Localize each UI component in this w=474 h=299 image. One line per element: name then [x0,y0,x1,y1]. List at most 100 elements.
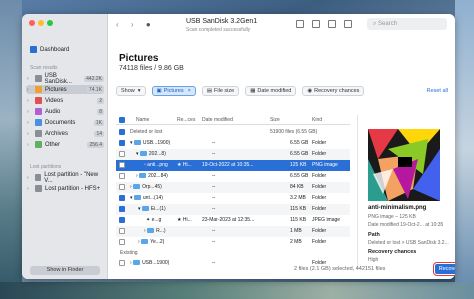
table-row[interactable]: ▾ USB...1900) -- 6.55 GB Folder [116,138,350,149]
grid-view-icon[interactable] [328,20,336,28]
column-size[interactable]: Size [270,117,280,123]
row-checkbox[interactable] [119,195,125,201]
date-modified-filter[interactable]: ▦ Date modified [245,85,297,96]
row-checkbox[interactable] [119,184,125,190]
chevron-right-icon[interactable]: › [136,173,138,179]
table-row-selected[interactable]: ▫ anti...png ★ Hi... 19-Oct-2022 at 10:3… [116,160,350,171]
row-checkbox[interactable] [119,129,125,135]
row-checkbox[interactable] [119,239,125,245]
chevron-down-icon[interactable]: ▾ [130,195,133,201]
chevron-right-icon[interactable]: › [27,87,31,93]
chevron-right-icon[interactable]: › [130,260,132,266]
image-file-icon: ▫ [144,162,146,168]
sidebar-item-label: Documents [45,119,76,126]
column-recovery-chances[interactable]: Re...ces [177,117,195,123]
sidebar-item-lost-partition-1[interactable]: › Lost partition - "New V... [26,172,104,184]
chevron-right-icon[interactable]: › [138,239,140,245]
sidebar-item-pictures[interactable]: › Pictures 74.1K [26,85,104,94]
pictures-filter-chip[interactable]: ▣ Pictures × [151,85,196,96]
chevron-right-icon[interactable]: › [144,228,146,234]
reset-all-link[interactable]: Reset all [427,88,448,94]
chevron-right-icon[interactable]: › [27,109,31,115]
chevron-right-icon[interactable]: › [27,175,31,181]
search-input[interactable]: ⌕ Search [367,18,447,30]
chevron-right-icon[interactable]: › [27,76,31,82]
folder-icon[interactable] [296,20,304,28]
chevron-right-icon[interactable]: › [27,131,31,137]
table-row[interactable]: › 202...84) -- 6.55 GB Folder [116,171,350,182]
row-size: 3.2 MB [290,195,306,201]
chevron-down-icon[interactable]: ▾ [130,140,133,146]
sidebar-item-dashboard[interactable]: Dashboard [26,45,104,54]
row-checkbox[interactable] [119,140,125,146]
row-checkbox[interactable] [119,162,125,168]
preview-pane-icon[interactable] [344,20,352,28]
row-kind: Folder [312,140,327,146]
file-size-filter[interactable]: ▤ File size [201,85,240,96]
row-name: 202...8) [148,151,166,157]
recovery-chances-label: Recovery chances [314,87,360,94]
table-row[interactable]: › Ye...2) -- 2 MB Folder [116,237,350,248]
sidebar-item-audio[interactable]: › Audio 8 [26,107,104,116]
select-all-checkbox[interactable] [119,117,125,123]
calendar-icon: ▦ [250,87,256,94]
row-checkbox[interactable] [119,228,125,234]
sidebar-item-archives[interactable]: › Archives 14 [26,129,104,138]
sidebar-item-label: Audio [45,108,61,115]
zoom-window-button[interactable] [47,20,53,26]
back-icon[interactable]: ‹ [116,20,119,29]
column-kind[interactable]: Kind [312,117,322,123]
sidebar-item-other[interactable]: › Other 256.4 [26,140,104,149]
chevron-right-icon[interactable]: › [130,184,132,190]
table-row[interactable]: › R...) -- 1 MB Folder [116,226,350,237]
sidebar-item-count: 256.4 [87,141,104,148]
dashboard-icon [30,46,37,53]
row-name: Orp...45) [142,184,162,190]
row-size: 2 MB [290,239,302,245]
folder-icon [133,140,141,146]
sidebar-item-usb[interactable]: › USB SanDisk... 442.2K [26,73,104,85]
table-row[interactable]: ▾ Ei...(1) -- 115 KB Folder [116,204,350,215]
show-dropdown[interactable]: Show ▾ [116,85,146,96]
status-text: 2 files (2.1 GB) selected, 442151 files [294,266,386,272]
row-date: -- [212,228,216,234]
show-in-finder-button[interactable]: Show in Finder [30,266,100,275]
toolbar-icons [296,20,352,28]
sidebar-item-videos[interactable]: › Videos 2 [26,96,104,105]
chevron-right-icon[interactable]: › [27,120,31,126]
table-row[interactable]: › Orp...45) -- 84 KB Folder [116,182,350,193]
window-controls [29,20,53,26]
table-row[interactable]: ▾ unt...(14) -- 3.2 MB Folder [116,193,350,204]
minimize-window-button[interactable] [38,20,44,26]
forward-icon[interactable]: › [131,20,134,29]
sidebar-item-documents[interactable]: › Documents 1K [26,118,104,127]
chevron-down-icon[interactable]: ▾ [138,206,141,212]
chevron-right-icon[interactable]: › [27,142,31,148]
sidebar-item-lost-partition-2[interactable]: › Lost partition - HFS+ [26,184,104,193]
chevron-right-icon[interactable]: › [27,186,31,192]
row-checkbox[interactable] [119,151,125,157]
list-view-icon[interactable] [312,20,320,28]
close-window-button[interactable] [29,20,35,26]
row-kind: Folder [312,195,327,201]
close-icon[interactable]: × [188,88,191,94]
page-title: Pictures [119,53,159,64]
row-checkbox[interactable] [119,173,125,179]
row-date: 19-Oct-2022 at 10:35... [202,162,254,168]
column-name[interactable]: Name [136,117,149,123]
row-checkbox[interactable] [119,206,125,212]
row-name: Ye...2) [150,239,165,245]
table-row[interactable]: ✦ e...g ★ Hi... 23-Mar-2023 at 12:35... … [116,215,350,226]
chevron-right-icon[interactable]: › [27,98,31,104]
recover-button[interactable]: Recover [433,262,455,276]
recovery-chances-filter[interactable]: ◉ Recovery chances [302,85,365,96]
table-row[interactable]: ▾ 202...8) -- 6.55 GB Folder [116,149,350,160]
star-icon: ✦ [146,217,151,223]
chevron-down-icon[interactable]: ▾ [136,151,139,157]
column-date-modified[interactable]: Date modified [202,117,233,123]
row-checkbox[interactable] [119,260,125,266]
table-row-group[interactable]: Deleted or lost 51900 files (6.55 GB) [116,127,350,138]
sidebar-item-count: 14 [94,130,104,137]
row-checkbox[interactable] [119,217,125,223]
row-date: 23-Mar-2023 at 12:35... [202,217,255,223]
